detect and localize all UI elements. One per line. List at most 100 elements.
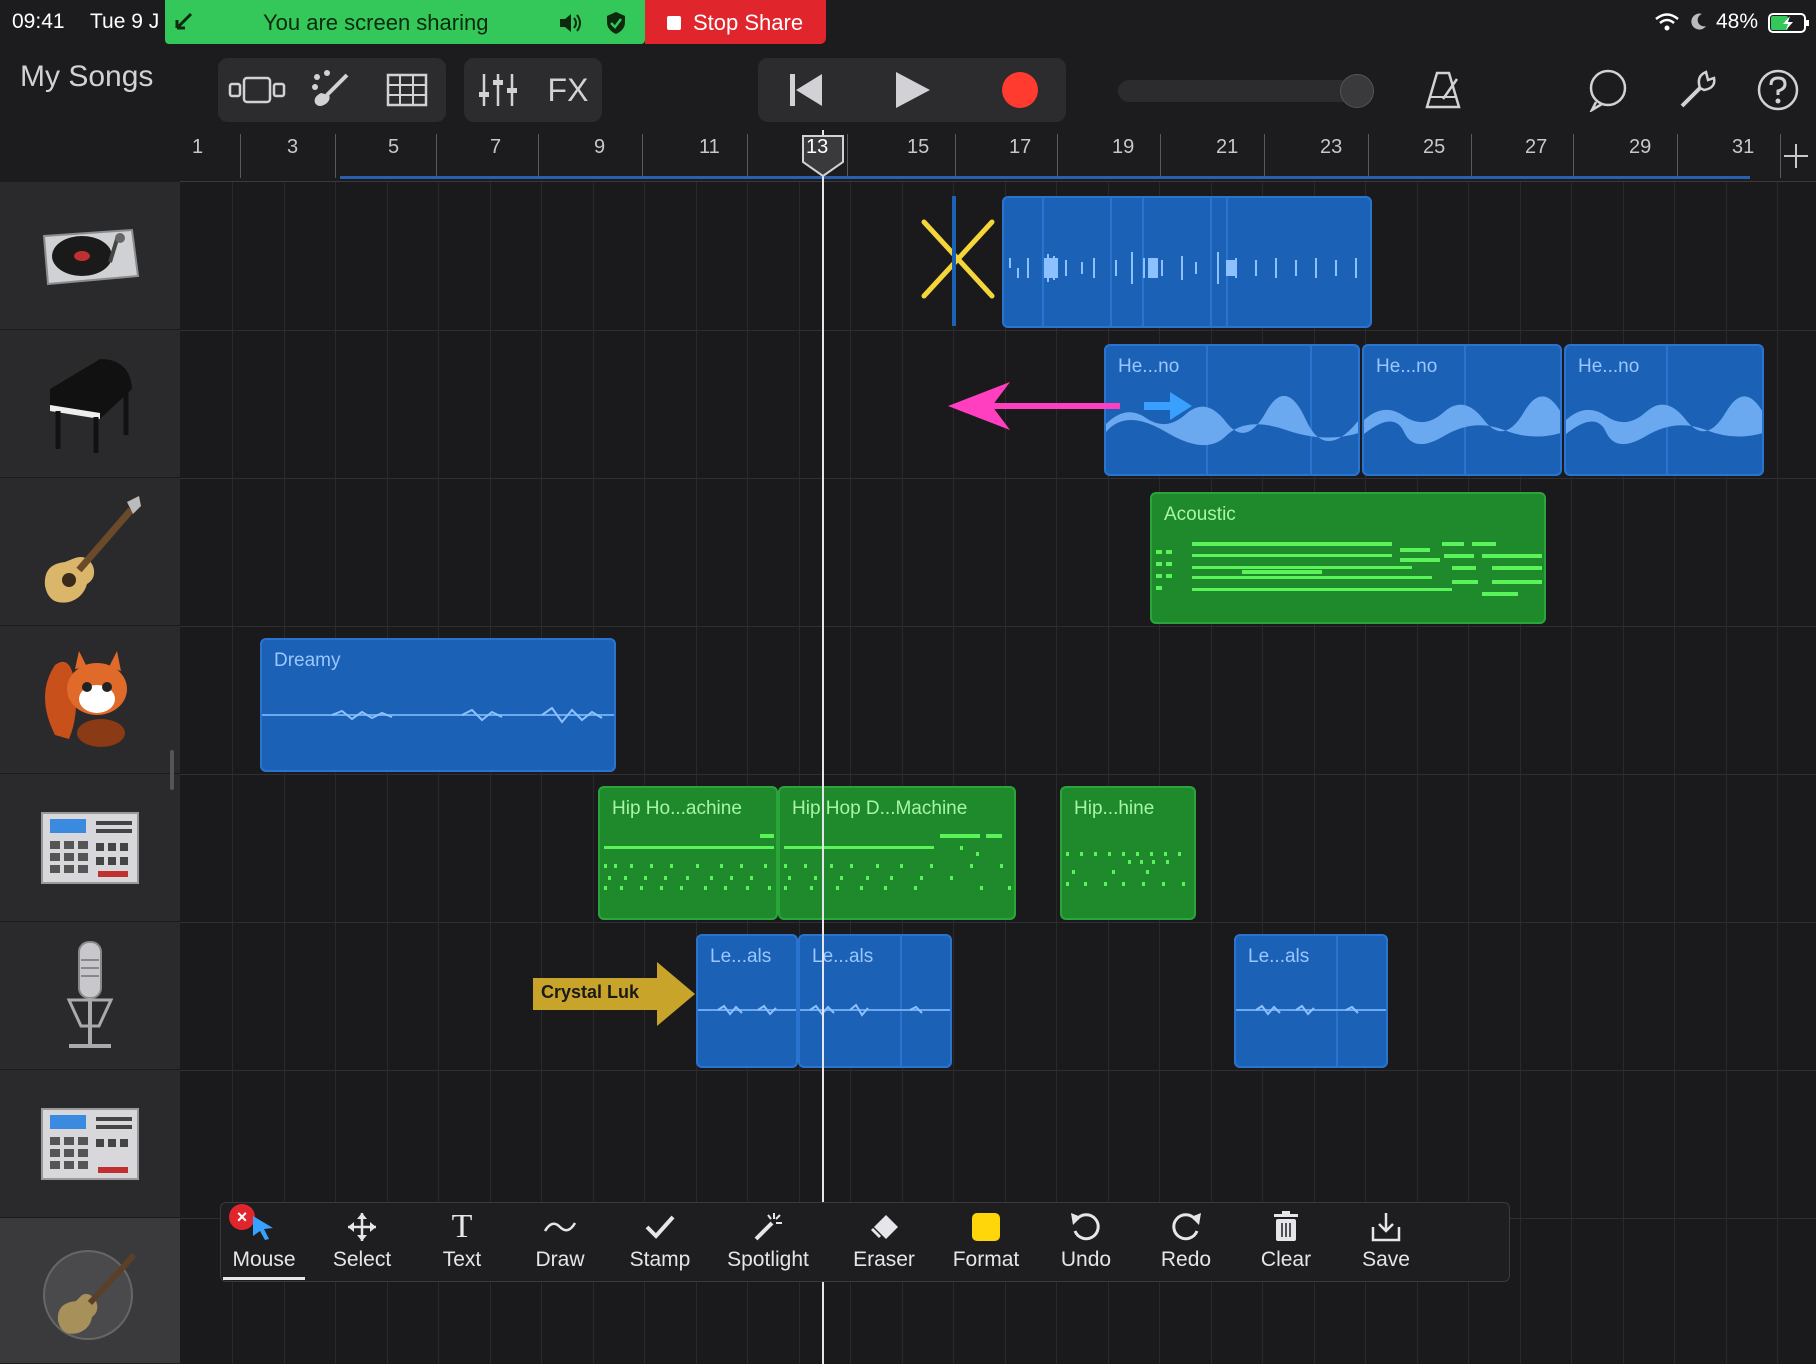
beat-gridline bbox=[541, 182, 542, 1364]
timeline-ruler[interactable]: 1 3 5 7 9 11 15 17 19 21 23 25 27 29 31 bbox=[180, 130, 1816, 182]
beat-gridline bbox=[747, 182, 748, 1364]
move-arrows-icon bbox=[346, 1210, 378, 1244]
region-hiphop-1[interactable]: Hip Ho...achine bbox=[598, 786, 778, 920]
ruler-tick bbox=[642, 134, 643, 178]
wifi-icon bbox=[1655, 13, 1679, 31]
beat-gridline bbox=[850, 182, 851, 1364]
squirrel-drummer-icon bbox=[45, 650, 127, 747]
track-header-vocals[interactable] bbox=[0, 922, 180, 1070]
play-button[interactable] bbox=[870, 58, 954, 122]
ruler-bar-number: 17 bbox=[1009, 136, 1032, 158]
track-header-guitar-amp[interactable] bbox=[0, 1218, 180, 1364]
annotation-tool-clear[interactable]: Clear bbox=[1241, 1202, 1331, 1282]
annotation-x-mark bbox=[921, 219, 995, 299]
track-header-drum-machine-2[interactable] bbox=[0, 1070, 180, 1218]
playhead-bar-number: 13 bbox=[806, 136, 829, 158]
ruler-bar-number: 29 bbox=[1629, 136, 1652, 158]
annotation-tool-text[interactable]: T Text bbox=[417, 1202, 507, 1282]
region-label: Hip...hine bbox=[1074, 798, 1155, 819]
tracks-view-button[interactable] bbox=[372, 58, 442, 122]
volume-knob[interactable] bbox=[1340, 74, 1374, 108]
cycle-region-bar[interactable] bbox=[340, 176, 1750, 179]
master-volume-slider[interactable] bbox=[1118, 74, 1374, 108]
eraser-icon bbox=[868, 1210, 900, 1244]
beat-gridline bbox=[799, 182, 800, 1364]
annotation-tool-draw[interactable]: Draw bbox=[515, 1202, 605, 1282]
track-header-drummer[interactable] bbox=[0, 626, 180, 774]
region-vocals-3[interactable]: Le...als bbox=[1234, 934, 1388, 1068]
grand-piano-icon bbox=[48, 352, 132, 453]
playhead[interactable] bbox=[822, 130, 824, 1364]
beat-gridline bbox=[387, 182, 388, 1364]
ruler-bar-number: 23 bbox=[1320, 136, 1343, 158]
ruler-tick bbox=[747, 134, 748, 178]
mixer-button[interactable] bbox=[466, 58, 530, 122]
squiggle-icon bbox=[543, 1210, 577, 1244]
speaker-icon[interactable] bbox=[558, 12, 584, 34]
main-toolbar: My Songs FX bbox=[0, 44, 1816, 130]
record-button[interactable] bbox=[978, 58, 1062, 122]
instrument-button[interactable] bbox=[298, 58, 364, 122]
help-button[interactable] bbox=[1752, 58, 1804, 122]
beat-gridline bbox=[593, 182, 594, 1364]
annotation-tool-save[interactable]: Save bbox=[1341, 1202, 1431, 1282]
region-piano-2[interactable]: He...no bbox=[1362, 344, 1562, 476]
shield-check-icon bbox=[607, 12, 625, 34]
region-label: Hip Ho...achine bbox=[612, 798, 742, 819]
annotation-tool-format[interactable]: Format bbox=[941, 1202, 1031, 1282]
mixer-sliders-icon bbox=[479, 74, 517, 106]
region-hiphop-2[interactable]: Hip Hop D...Machine bbox=[778, 786, 1016, 920]
region-dreamy[interactable]: Dreamy bbox=[260, 638, 616, 772]
metronome-button[interactable] bbox=[1418, 58, 1468, 122]
annotation-tool-undo[interactable]: Undo bbox=[1041, 1202, 1131, 1282]
track-header-turntable[interactable] bbox=[0, 182, 180, 330]
region-edge-handle[interactable] bbox=[952, 196, 956, 326]
ruler-tick bbox=[1471, 134, 1472, 178]
beat-gridline bbox=[696, 182, 697, 1364]
fx-button[interactable]: FX bbox=[536, 58, 600, 122]
add-section-icon[interactable] bbox=[1782, 142, 1810, 170]
beat-gridline bbox=[644, 182, 645, 1364]
ruler-bar-number: 21 bbox=[1216, 136, 1239, 158]
go-to-beginning-button[interactable] bbox=[764, 58, 848, 122]
track-header-piano[interactable] bbox=[0, 330, 180, 478]
annotation-tool-eraser[interactable]: Eraser bbox=[839, 1202, 929, 1282]
beat-gridline bbox=[232, 182, 233, 1364]
region-label: Acoustic bbox=[1164, 504, 1236, 525]
annotation-tool-redo[interactable]: Redo bbox=[1141, 1202, 1231, 1282]
annotation-tool-label: Spotlight bbox=[727, 1248, 809, 1271]
annotation-tool-spotlight[interactable]: Spotlight bbox=[723, 1202, 813, 1282]
region-turntable[interactable] bbox=[1002, 196, 1372, 328]
annotation-tool-stamp[interactable]: Stamp bbox=[615, 1202, 705, 1282]
browser-view-button[interactable] bbox=[220, 58, 294, 122]
annotation-tool-label: Stamp bbox=[629, 1248, 691, 1271]
settings-button[interactable] bbox=[1672, 58, 1724, 122]
region-hiphop-3[interactable]: Hip...hine bbox=[1060, 786, 1196, 920]
region-acoustic[interactable]: Acoustic bbox=[1150, 492, 1546, 624]
ruler-tick bbox=[240, 134, 241, 178]
annotation-tool-mouse[interactable]: Mouse bbox=[219, 1202, 309, 1282]
share-arrow-icon bbox=[175, 12, 193, 30]
region-vocals-1[interactable]: Le...als bbox=[696, 934, 798, 1068]
track-header-drum-machine[interactable] bbox=[0, 774, 180, 922]
beat-gridline bbox=[284, 182, 285, 1364]
annotation-tool-label: Clear bbox=[1260, 1248, 1312, 1271]
loop-icon bbox=[1589, 69, 1627, 112]
tracks-area[interactable]: He...no He...no He...no Acoustic Dreamy … bbox=[180, 182, 1816, 1364]
annotation-blue-arrow bbox=[1144, 392, 1192, 420]
region-piano-3[interactable]: He...no bbox=[1564, 344, 1764, 476]
drum-machine-icon bbox=[41, 1107, 139, 1180]
my-songs-button[interactable]: My Songs bbox=[20, 60, 153, 94]
play-icon bbox=[896, 72, 930, 108]
region-label: Hip Hop D...Machine bbox=[792, 798, 968, 819]
track-header-acoustic-guitar[interactable] bbox=[0, 478, 180, 626]
beat-gridline bbox=[1005, 182, 1006, 1364]
beat-gridline bbox=[438, 182, 439, 1364]
stop-share-button[interactable]: Stop Share bbox=[645, 0, 826, 44]
waveform bbox=[262, 706, 614, 724]
annotation-tool-select[interactable]: Select bbox=[317, 1202, 407, 1282]
ruler-tick bbox=[1677, 134, 1678, 178]
loop-browser-button[interactable] bbox=[1582, 58, 1634, 122]
track-header-resize-handle[interactable] bbox=[170, 750, 174, 790]
moon-icon bbox=[1691, 13, 1706, 30]
